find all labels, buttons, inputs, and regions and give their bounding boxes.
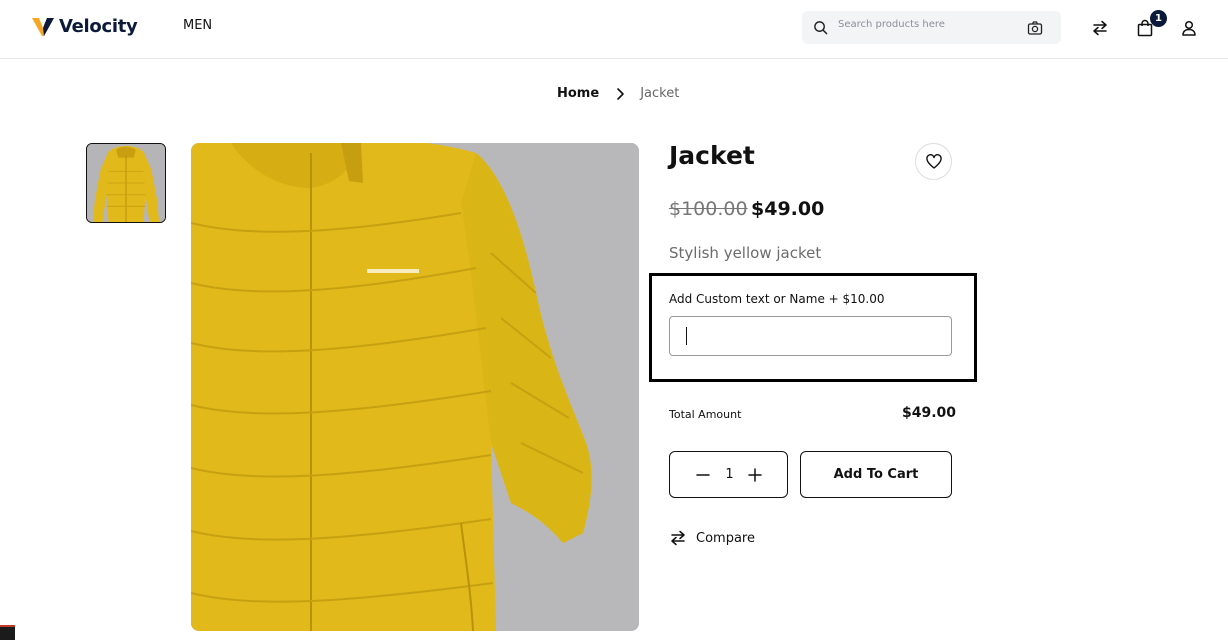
chevron-right-icon — [617, 87, 624, 100]
product-thumbnail[interactable] — [86, 143, 166, 223]
custom-text-input[interactable] — [669, 316, 952, 356]
brand-name: Velocity — [59, 15, 138, 37]
custom-text-label: Add Custom text or Name + $10.00 — [669, 292, 885, 306]
total-amount-label: Total Amount — [669, 408, 742, 421]
product-title: Jacket — [669, 141, 755, 170]
jacket-thumbnail-image — [87, 144, 165, 222]
breadcrumb-home-link[interactable]: Home — [557, 86, 599, 101]
search-icon — [814, 21, 828, 35]
quantity-value[interactable]: 1 — [670, 467, 789, 482]
compare-arrows-icon[interactable] — [1091, 19, 1109, 37]
nav-item-men[interactable]: MEN — [183, 18, 212, 33]
compare-label: Compare — [696, 530, 755, 546]
search-input[interactable]: Search products here — [838, 19, 945, 30]
product-main-image — [191, 143, 639, 631]
brand-logo[interactable]: Velocity — [31, 14, 138, 38]
user-icon[interactable] — [1180, 19, 1198, 37]
floating-widget-tab[interactable] — [0, 625, 15, 640]
sale-price: $49.00 — [751, 198, 825, 220]
text-caret — [686, 327, 687, 345]
add-to-cart-button[interactable]: Add To Cart — [800, 451, 952, 498]
wishlist-button[interactable] — [915, 143, 952, 180]
original-price: $100.00 — [669, 198, 748, 220]
product-description: Stylish yellow jacket — [669, 244, 822, 262]
total-amount-value: $49.00 — [902, 405, 957, 421]
search-bar[interactable]: Search products here — [802, 11, 1061, 44]
velocity-logo-icon — [32, 18, 54, 36]
breadcrumb: Home Jacket — [557, 86, 679, 101]
heart-icon — [925, 153, 942, 169]
quantity-stepper: 1 — [669, 451, 788, 498]
plus-icon[interactable] — [746, 466, 764, 484]
cart-count-badge: 1 — [1150, 10, 1167, 27]
site-header: Velocity MEN Search products here 1 — [0, 0, 1228, 59]
breadcrumb-current: Jacket — [640, 86, 680, 101]
camera-icon[interactable] — [1027, 20, 1043, 36]
jacket-image — [191, 143, 639, 631]
compare-arrows-icon — [671, 530, 685, 546]
compare-button[interactable]: Compare — [669, 529, 755, 547]
